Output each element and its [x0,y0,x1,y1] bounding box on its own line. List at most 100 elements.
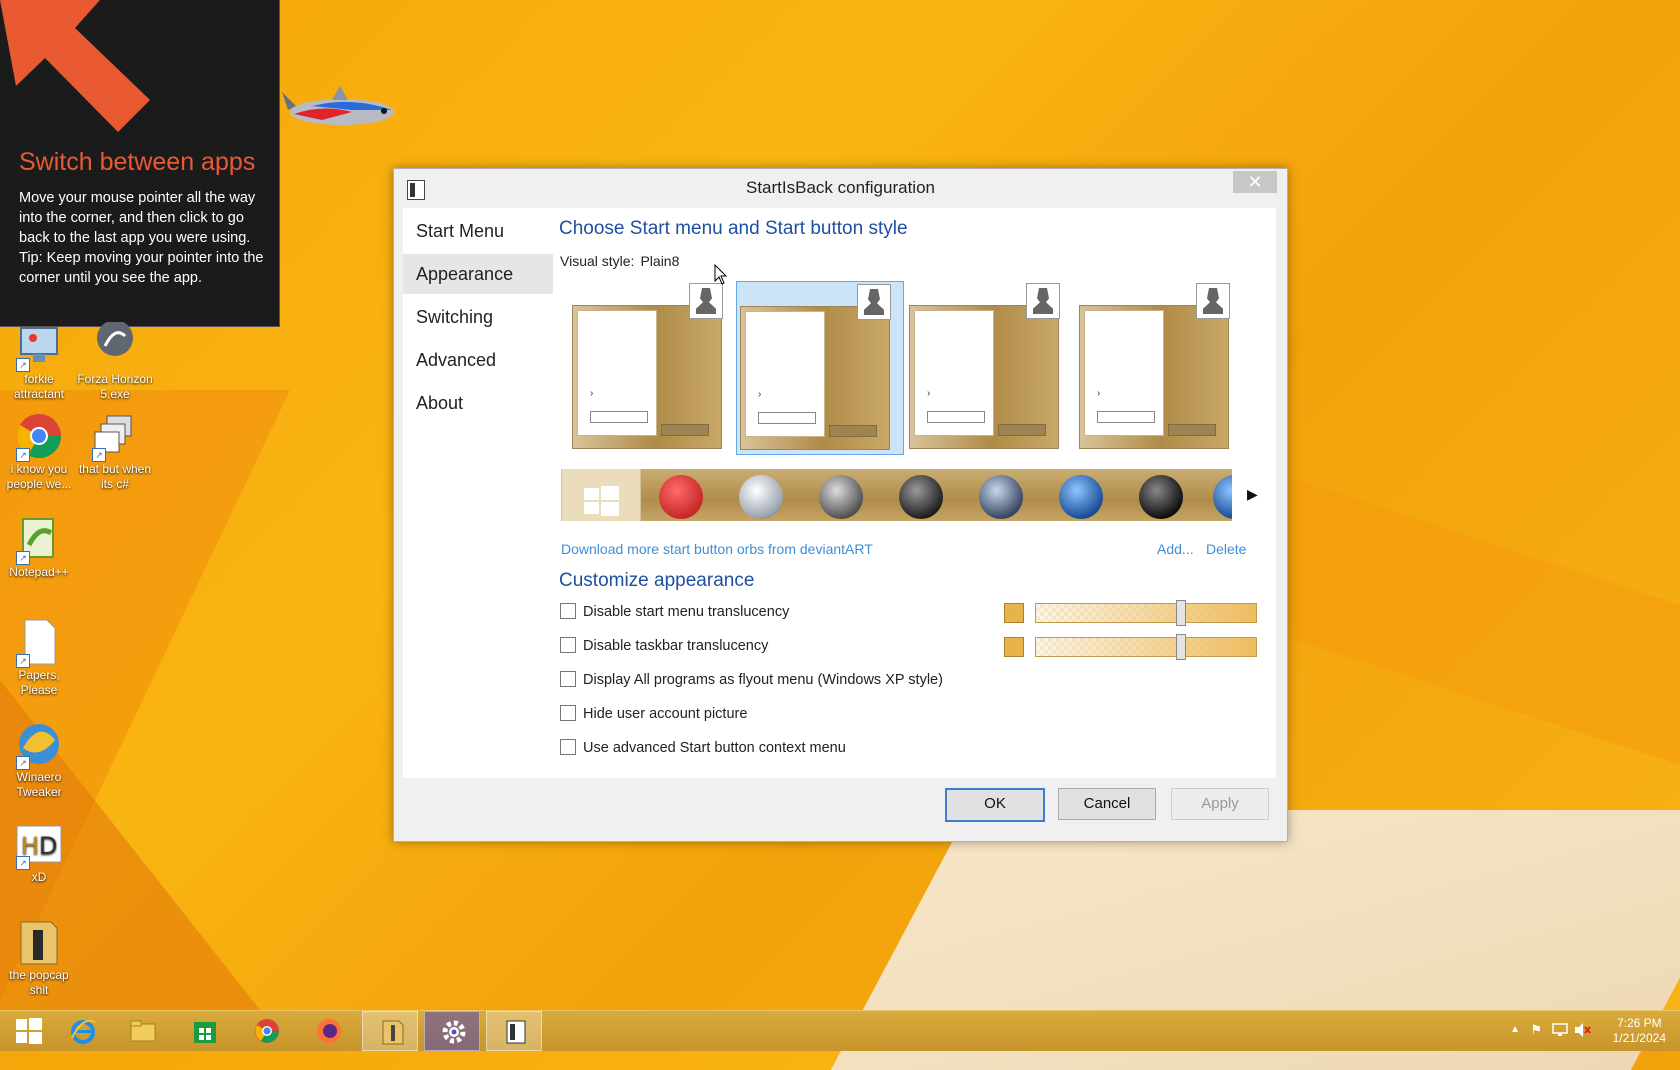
folder-zip-icon [15,918,63,966]
windows-orb-icon[interactable] [899,475,943,519]
taskbar: ▲ ⚑ 7:26 PM 1/21/2024 [0,1010,1680,1051]
file-icon: ↗ [15,618,63,668]
option-disable-taskbar-translucency[interactable]: Disable taskbar translucency [560,637,768,655]
style-thumbnail[interactable]: › [1076,281,1242,453]
delete-orb-link[interactable]: Delete [1206,541,1246,557]
deviantart-link[interactable]: Download more start button orbs from dev… [561,541,873,557]
show-hidden-icons[interactable]: ▲ [1510,1024,1520,1035]
section-title-customize: Customize appearance [559,570,755,591]
taskbar-internet-explorer[interactable] [54,1011,110,1051]
user-picture-icon [857,284,891,320]
windows8-logo-icon [584,486,619,516]
checkbox[interactable] [560,671,576,687]
orb-selected[interactable] [561,469,641,521]
windows7-orb-icon[interactable] [1059,475,1103,519]
desktop-icon-notepadpp[interactable]: ↗ Notepad++ [0,515,78,580]
taskbar-archive-app[interactable] [362,1011,418,1051]
chrome-icon [255,1019,279,1043]
cancel-button[interactable]: Cancel [1058,788,1156,820]
action-center-flag-icon[interactable]: ⚑ [1530,1022,1542,1038]
windows-orb-icon[interactable] [1213,475,1232,519]
windows-orb-icon[interactable] [819,475,863,519]
nav-item-appearance[interactable]: Appearance [403,254,553,294]
checkbox[interactable] [560,739,576,755]
nav-item-advanced[interactable]: Advanced [403,340,553,380]
chevron-right-icon: › [1097,388,1101,399]
style-thumbnails: › › › › [569,281,1249,457]
desktop-icon-label: the popcap shit [9,968,69,997]
option-advanced-context-menu[interactable]: Use advanced Start button context menu [560,739,846,757]
slider-thumb[interactable] [1176,634,1186,660]
style-thumbnail-selected[interactable]: › [736,281,904,455]
christmas-ornament-orb-icon[interactable] [659,475,703,519]
desktop-icon-that-but[interactable]: ↗ that but when its c# [76,412,154,492]
add-orb-link[interactable]: Add... [1157,541,1194,557]
dark-orb-icon[interactable] [1139,475,1183,519]
thumbnail-power [1168,424,1216,436]
clock-date: 1/21/2024 [1612,1031,1666,1045]
nav-item-switching[interactable]: Switching [403,297,553,337]
dialog-footer: OK Cancel Apply [403,778,1276,833]
network-icon[interactable] [1552,1023,1568,1037]
desktop-icon-papers-please[interactable]: ↗ Papers, Please [0,618,78,698]
windows-orb-icon[interactable] [979,475,1023,519]
thumbnail-power [661,424,709,436]
taskbar-chrome[interactable] [238,1011,294,1051]
ok-button[interactable]: OK [945,788,1045,822]
volume-muted-icon[interactable] [1574,1022,1592,1038]
wallpaper-shape [1230,458,1680,782]
store-icon [194,1022,216,1043]
svg-text:D: D [39,832,57,860]
tip-text: Move your mouse pointer all the way into… [19,190,256,246]
desktop-icon-forkie[interactable]: ↗ forkie attractant [0,322,78,402]
mouse-cursor-icon [714,264,728,285]
close-button[interactable]: ✕ [1233,171,1277,193]
apply-button[interactable]: Apply [1171,788,1269,820]
start-menu-opacity-slider[interactable] [1035,600,1257,626]
hot-corner-tip: Switch between apps Move your mouse poin… [0,0,280,327]
thumbnail-search [1097,411,1155,423]
taskbar-file-explorer[interactable] [114,1011,170,1051]
thumbnail-preview: › [909,305,1059,449]
desktop-icon-forza[interactable]: Forza Horizon 5.exe [76,320,154,402]
style-thumbnail[interactable]: › [569,281,735,453]
checkbox[interactable] [560,603,576,619]
option-label: Hide user account picture [583,706,748,722]
dialog-title: StartIsBack configuration [746,178,935,197]
dialog-titlebar[interactable]: StartIsBack configuration ✕ [394,169,1287,205]
desktop-icon-xd[interactable]: HD ↗ xD [0,820,78,885]
start-orb-strip[interactable] [561,469,1232,521]
taskbar-opacity-slider[interactable] [1035,634,1257,660]
windows-orb-icon[interactable] [739,475,783,519]
taskbar-startisback[interactable] [486,1011,542,1051]
monitor-icon: ↗ [15,322,63,372]
internet-explorer-icon [71,1019,96,1044]
start-button[interactable] [0,1011,56,1051]
user-picture-icon [689,283,723,319]
option-all-programs-flyout[interactable]: Display All programs as flyout menu (Win… [560,671,943,689]
chevron-right-icon[interactable]: ▶ [1247,486,1258,503]
clock[interactable]: 7:26 PM 1/21/2024 [1613,1016,1666,1046]
chevron-right-icon: › [758,389,762,400]
taskbar-firefox[interactable] [300,1011,356,1051]
option-hide-user-picture[interactable]: Hide user account picture [560,705,747,723]
desktop-icon-chrome[interactable]: ↗ i know you people we... [0,412,78,492]
checkbox[interactable] [560,705,576,721]
visual-style-label: Visual style: [560,253,635,269]
style-thumbnail[interactable]: › [906,281,1072,453]
desktop-icon-label: that but when its c# [78,462,152,491]
checkbox[interactable] [560,637,576,653]
desktop-icon-label: Papers, Please [18,668,60,697]
desktop-icon-popcap[interactable]: the popcap shit [0,918,78,998]
option-disable-start-menu-translucency[interactable]: Disable start menu translucency [560,603,789,621]
nav-item-start-menu[interactable]: Start Menu [403,211,553,251]
taskbar-color-swatch[interactable] [1004,637,1024,657]
section-title-style: Choose Start menu and Start button style [559,218,908,239]
taskbar-store[interactable] [176,1011,232,1051]
slider-thumb[interactable] [1176,600,1186,626]
thumbnail-power [998,424,1046,436]
nav-item-about[interactable]: About [403,383,553,423]
desktop-icon-winaero[interactable]: ↗ Winaero Tweaker [0,720,78,800]
start-menu-color-swatch[interactable] [1004,603,1024,623]
taskbar-settings-app[interactable] [424,1011,480,1051]
